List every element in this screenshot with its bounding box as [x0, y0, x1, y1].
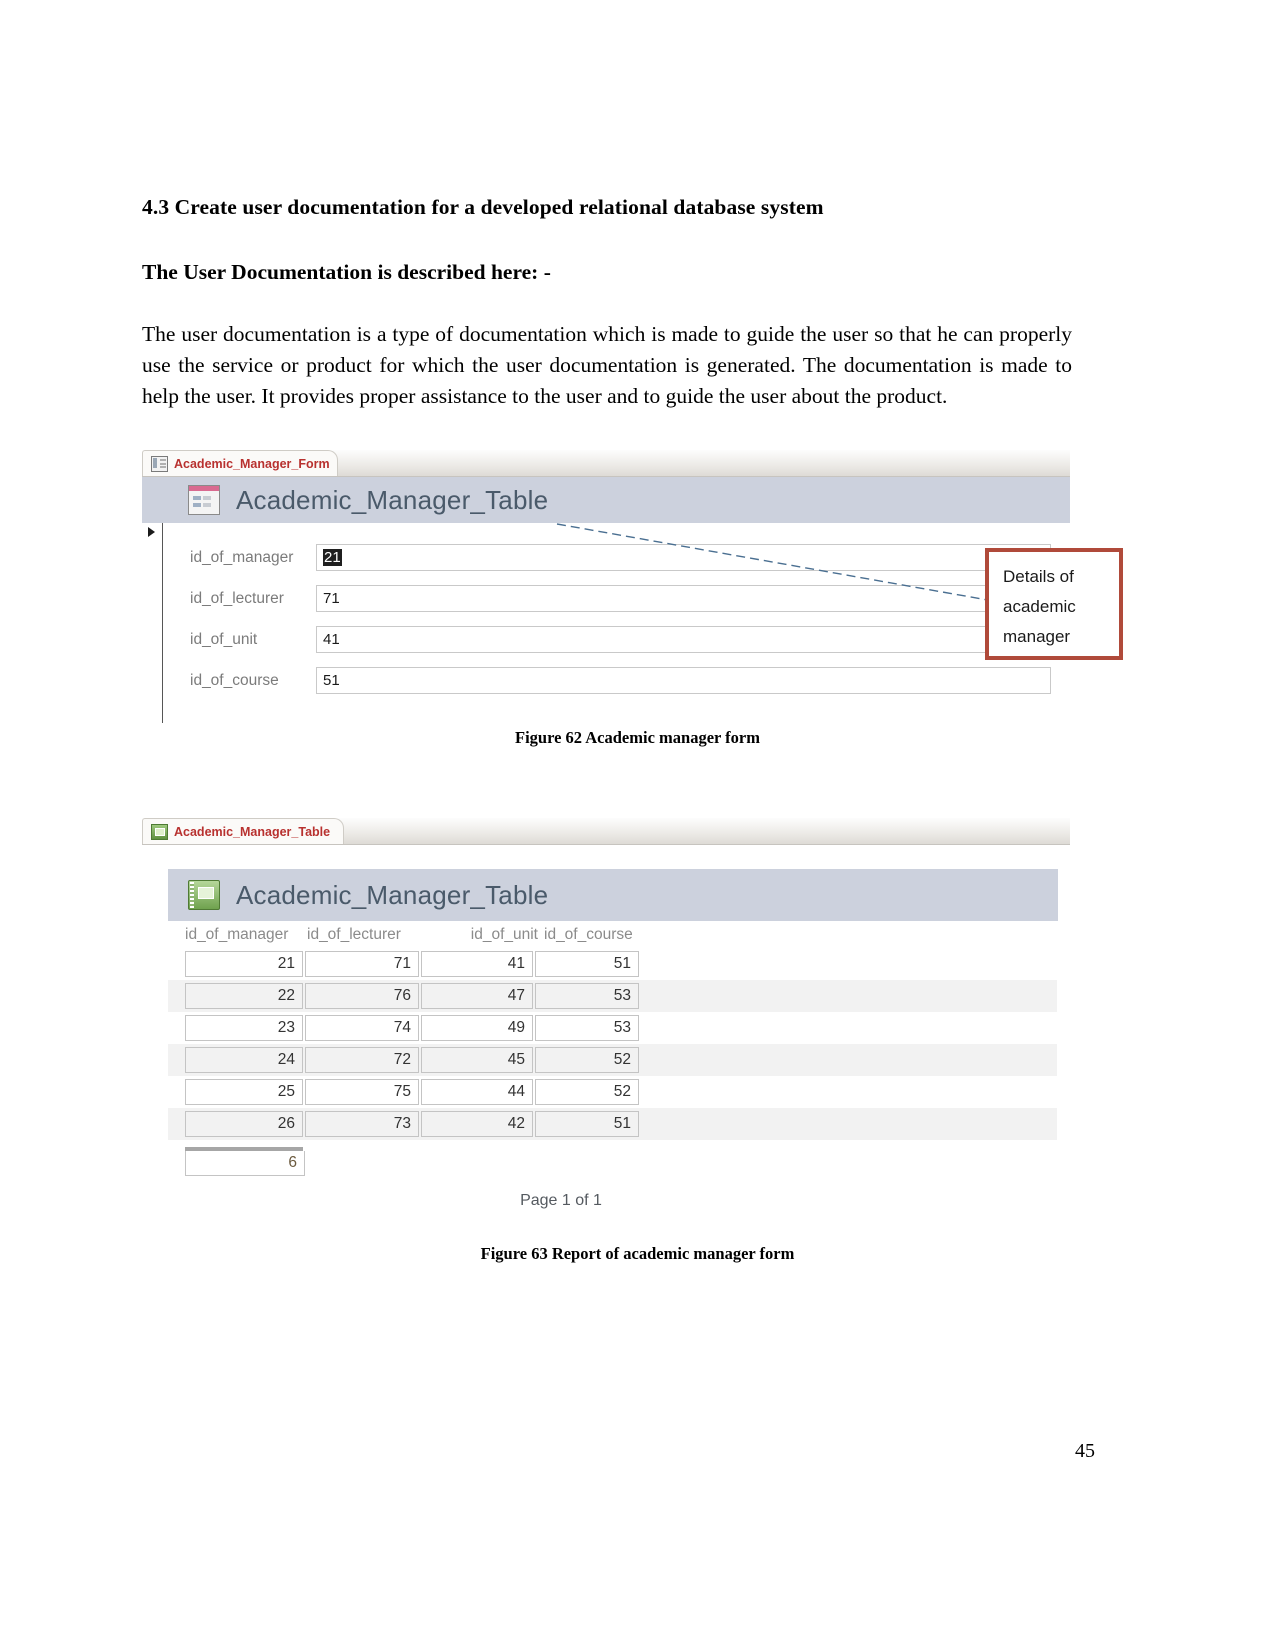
report-title: Academic_Manager_Table [236, 879, 549, 910]
field-label: id_of_course [190, 671, 279, 689]
table-row[interactable]: 25 75 44 52 [168, 1076, 1070, 1108]
report-top-gap [142, 845, 1070, 869]
cell-id-of-manager: 26 [185, 1111, 303, 1137]
cell-id-of-lecturer: 72 [305, 1047, 419, 1073]
cell-id-of-unit: 44 [421, 1079, 533, 1105]
table-icon [151, 823, 168, 840]
field-row-id-of-course: id_of_course 51 [190, 660, 1070, 701]
document-page: 4.3 Create user documentation for a deve… [0, 0, 1275, 1651]
cell-id-of-unit: 47 [421, 983, 533, 1009]
cell-id-of-course: 53 [535, 1015, 639, 1041]
cell-id-of-manager: 24 [185, 1047, 303, 1073]
table-row[interactable]: 21 71 41 51 [168, 948, 1070, 980]
document-text-block: 4.3 Create user documentation for a deve… [142, 195, 1072, 412]
column-header-id-of-lecturer: id_of_lecturer [307, 925, 401, 943]
figure-63-caption: Figure 63 Report of academic manager for… [480, 1244, 795, 1263]
cell-id-of-manager: 25 [185, 1079, 303, 1105]
column-header-id-of-manager: id_of_manager [185, 925, 289, 943]
field-row-id-of-lecturer: id_of_lecturer 71 [190, 578, 1070, 619]
field-value: 71 [323, 590, 340, 607]
report-tab-strip: Academic_Manager_Table [142, 818, 1070, 845]
form-body: id_of_manager 21 id_of_lecturer 71 id_of… [142, 523, 1070, 723]
id-of-course-input[interactable]: 51 [316, 667, 1051, 694]
access-report-screenshot: Academic_Manager_Table Academic_Manager_… [142, 818, 1070, 1238]
field-row-id-of-manager: id_of_manager 21 [190, 537, 1070, 578]
sub-heading: The User Documentation is described here… [142, 260, 551, 284]
cell-id-of-lecturer: 75 [305, 1079, 419, 1105]
cell-id-of-course: 51 [535, 951, 639, 977]
cell-id-of-course: 51 [535, 1111, 639, 1137]
cell-id-of-manager: 21 [185, 951, 303, 977]
figure-62-caption: Figure 62 Academic manager form [514, 728, 760, 747]
id-of-unit-input[interactable]: 41 [316, 626, 1051, 653]
tab-label: Academic_Manager_Form [174, 456, 330, 471]
cell-id-of-course: 52 [535, 1047, 639, 1073]
page-number: 45 [1075, 1440, 1095, 1462]
cell-id-of-unit: 49 [421, 1015, 533, 1041]
cell-id-of-manager: 23 [185, 1015, 303, 1041]
body-paragraph: The user documentation is a type of docu… [142, 322, 1072, 408]
report-header-band: Academic_Manager_Table [168, 869, 1058, 921]
callout-line-2: academic [1003, 597, 1076, 616]
id-of-lecturer-input[interactable]: 71 [316, 585, 1051, 612]
form-tab-strip: Academic_Manager_Form [142, 450, 1070, 477]
cell-id-of-unit: 41 [421, 951, 533, 977]
callout-line-1: Details of [1003, 567, 1074, 586]
cell-id-of-lecturer: 73 [305, 1111, 419, 1137]
field-row-id-of-unit: id_of_unit 41 [190, 619, 1070, 660]
tab-academic-manager-table[interactable]: Academic_Manager_Table [142, 818, 344, 844]
access-form-screenshot: Academic_Manager_Form Academic_Manager_T… [142, 450, 1070, 723]
column-header-id-of-course: id_of_course [544, 925, 633, 943]
form-header-icon [188, 485, 220, 515]
table-row[interactable]: 24 72 45 52 [168, 1044, 1057, 1076]
cell-id-of-lecturer: 76 [305, 983, 419, 1009]
table-row[interactable]: 22 76 47 53 [168, 980, 1057, 1012]
callout-details-of-academic-manager: Details of academic manager [985, 548, 1123, 660]
column-header-id-of-unit: id_of_unit [470, 925, 538, 943]
cell-id-of-lecturer: 74 [305, 1015, 419, 1041]
cell-id-of-unit: 45 [421, 1047, 533, 1073]
table-header-row: id_of_manager id_of_lecturer id_of_unit … [168, 921, 1070, 948]
form-icon [151, 455, 168, 472]
field-value: 41 [323, 631, 340, 648]
id-of-manager-input[interactable]: 21 [316, 544, 1051, 571]
record-count-value: 6 [185, 1151, 305, 1176]
callout-line-3: manager [1003, 627, 1071, 646]
cell-id-of-course: 53 [535, 983, 639, 1009]
field-value: 51 [323, 672, 340, 689]
record-selector[interactable] [142, 523, 163, 723]
field-label: id_of_manager [190, 548, 294, 566]
tab-label: Academic_Manager_Table [174, 824, 331, 839]
table-total-row: 6 [168, 1147, 1070, 1176]
page-title: 4.3 Create user documentation for a deve… [142, 195, 824, 219]
report-body: id_of_manager id_of_lecturer id_of_unit … [142, 921, 1070, 1210]
field-value: 21 [323, 549, 342, 566]
table-header-icon [188, 880, 220, 910]
cell-id-of-manager: 22 [185, 983, 303, 1009]
table-row[interactable]: 23 74 49 53 [168, 1012, 1070, 1044]
report-page-footer: Page 1 of 1 [520, 1192, 602, 1209]
form-header-band: Academic_Manager_Table [142, 477, 1070, 523]
field-label: id_of_lecturer [190, 589, 284, 607]
record-selector-arrow-icon [148, 527, 155, 537]
form-title: Academic_Manager_Table [236, 484, 549, 515]
cell-id-of-course: 52 [535, 1079, 639, 1105]
field-label: id_of_unit [190, 630, 258, 648]
table-row[interactable]: 26 73 42 51 [168, 1108, 1057, 1140]
cell-id-of-lecturer: 71 [305, 951, 419, 977]
cell-id-of-unit: 42 [421, 1111, 533, 1137]
tab-academic-manager-form[interactable]: Academic_Manager_Form [142, 450, 338, 476]
